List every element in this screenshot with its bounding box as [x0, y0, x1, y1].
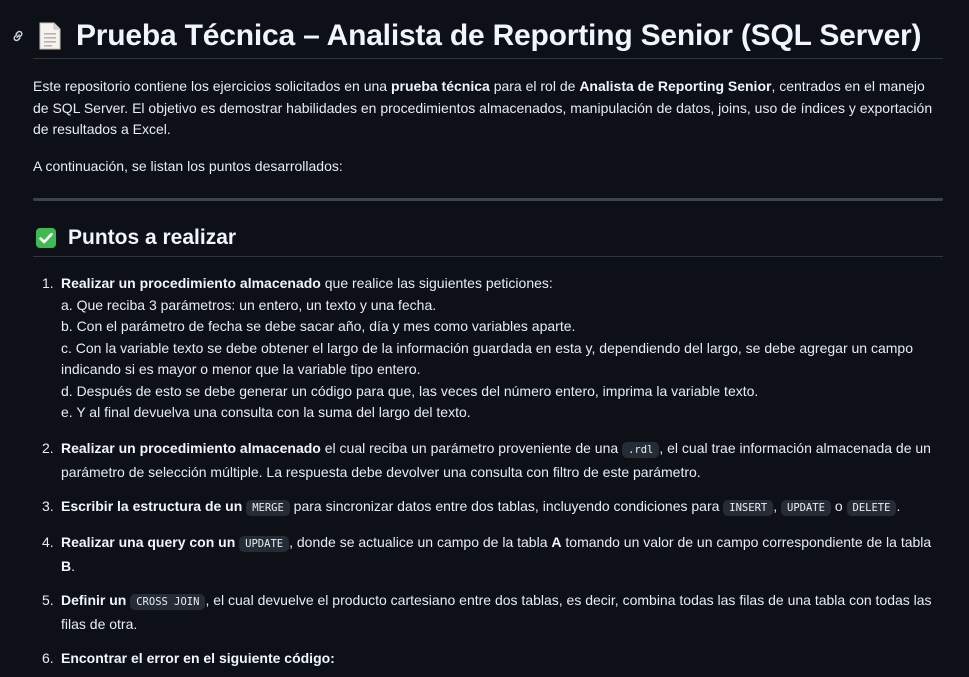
item-text: Encontrar el error en el siguiente códig… [61, 650, 335, 666]
item-number: 5. [42, 592, 54, 608]
sub-item: a. Que reciba 3 parámetros: un entero, u… [61, 296, 437, 313]
item-number: 1. [42, 275, 54, 291]
intro-paragraph: Este repositorio contiene los ejercicios… [33, 78, 933, 137]
section-underline [33, 256, 943, 257]
sub-item: b. Con el parámetro de fecha se debe sac… [61, 318, 576, 334]
check-mark-button-icon [35, 227, 57, 249]
list-intro-paragraph: A continuación, se listan los puntos des… [33, 158, 343, 174]
horizontal-rule [33, 198, 943, 201]
inline-code: DELETE [846, 500, 897, 516]
list-item: 1. Realizar un procedimiento almacenado … [42, 273, 943, 424]
markdown-page: Prueba Técnica – Analista de Reporting S… [0, 0, 969, 677]
inline-code: .rdl [622, 442, 660, 458]
list-item: 5. Definir un CROSS JOIN, el cual devuel… [42, 590, 943, 635]
item-text: Realizar un procedimiento almacenado el … [61, 440, 931, 480]
item-number: 4. [42, 534, 54, 550]
item-text: Definir un CROSS JOIN, el cual devuelve … [61, 592, 932, 632]
item-number: 3. [42, 498, 54, 514]
inline-code: CROSS JOIN [130, 594, 206, 610]
list-item: 4. Realizar una query con un UPDATE, don… [42, 532, 943, 577]
inline-code: UPDATE [781, 500, 831, 516]
item-number: 6. [42, 650, 54, 666]
item-text: Escribir la estructura de un MERGE para … [61, 498, 901, 516]
page-facing-up-icon [38, 22, 62, 50]
page-heading: Prueba Técnica – Analista de Reporting S… [10, 14, 939, 58]
sub-item: c. Con la variable texto se debe obtener… [61, 339, 913, 378]
page-title: Prueba Técnica – Analista de Reporting S… [76, 19, 922, 53]
item-number: 2. [42, 440, 54, 456]
sub-item: e. Y al final devuelva una consulta con … [61, 404, 471, 420]
inline-code: MERGE [246, 500, 290, 516]
inline-code: UPDATE [239, 536, 290, 552]
list-item: 6. Encontrar el error en el siguiente có… [42, 648, 943, 670]
list-item: 2. Realizar un procedimiento almacenado … [42, 438, 943, 483]
section-title: Puntos a realizar [68, 226, 237, 250]
list-item: 3. Escribir la estructura de un MERGE pa… [42, 496, 943, 520]
heading-underline [33, 58, 943, 59]
item-text: Realizar una query con un UPDATE, donde … [61, 534, 932, 574]
item-text: Realizar un procedimiento almacenado que… [61, 275, 553, 291]
inline-code: INSERT [723, 500, 774, 516]
section-heading: Puntos a realizar [35, 224, 236, 252]
link-icon[interactable] [10, 28, 26, 44]
sub-item: d. Después de esto se debe generar un có… [61, 382, 759, 399]
